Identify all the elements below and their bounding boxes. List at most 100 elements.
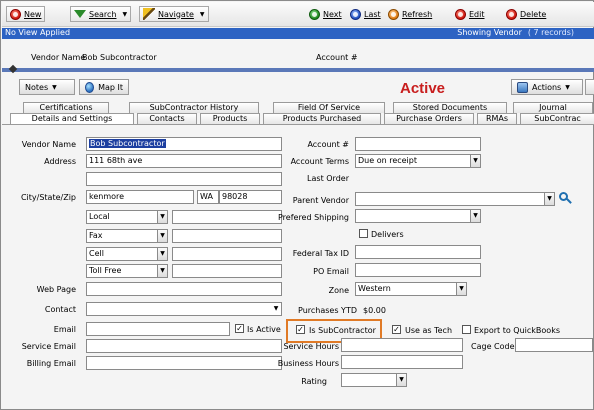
tab-divider [2,124,594,125]
phone4-type-select[interactable]: Toll Free ▼ [86,264,168,278]
contact-label: Contact [44,305,76,314]
phone4-field[interactable] [172,264,282,278]
business-hours-field[interactable] [341,355,463,369]
parent-vendor-select[interactable]: ▼ [355,192,555,206]
preferred-shipping-select[interactable]: ▼ [355,209,481,223]
account-number-field[interactable] [355,137,481,151]
phone3-type-value: Cell [89,249,104,258]
tab-subcontractor-history[interactable]: SubContractor History [129,102,259,113]
navigate-button[interactable]: Navigate ▼ [139,6,209,22]
rating-select[interactable]: ▼ [341,373,407,387]
po-email-field[interactable] [355,263,481,277]
tab-subcontractor[interactable]: SubContrac [520,113,594,124]
service-email-label: Service Email [21,342,76,351]
tab-purchase-orders[interactable]: Purchase Orders [384,113,474,124]
cage-code-label: Cage Code [471,342,515,351]
new-button[interactable]: New [6,6,46,22]
edit-button[interactable]: Edit [455,6,485,22]
search-button[interactable]: Search ▼ [70,6,132,22]
phone1-type-select[interactable]: Local ▼ [86,210,168,224]
account-terms-value: Due on receipt [358,156,417,165]
is-active-label: Is Active [247,325,281,334]
account-number-label: Account # [307,140,349,149]
last-button[interactable]: Last [350,6,381,22]
tab-journal[interactable]: Journal [513,102,593,113]
magnifier-icon[interactable] [559,192,572,204]
refresh-button[interactable]: Refresh [388,6,432,22]
chevron-down-icon: ▼ [157,248,167,260]
use-as-tech-checkbox[interactable]: ✓ [392,325,401,334]
zone-select[interactable]: Western ▼ [355,282,467,296]
email-field[interactable] [86,322,230,336]
purchases-ytd-value: $0.00 [363,306,386,315]
refresh-label: Refresh [402,9,433,19]
vendor-name-field[interactable]: Bob Subcontractor [86,137,282,151]
globe-icon [85,81,95,93]
navigate-label: Navigate [158,9,194,19]
phone1-type-value: Local [89,212,110,221]
tab-stored-documents[interactable]: Stored Documents [393,102,507,113]
phone3-field[interactable] [172,247,282,261]
cage-code-field[interactable] [515,338,593,352]
phone2-type-value: Fax [89,231,103,240]
summary-vendor-name-value: Bob Subcontractor [82,53,157,62]
account-terms-select[interactable]: Due on receipt ▼ [355,154,481,168]
last-order-label: Last Order [307,174,349,183]
chevron-down-icon: ▼ [565,83,570,91]
state-field[interactable]: WA [197,190,219,204]
tab-products[interactable]: Products [200,113,260,124]
chevron-down-icon: ▼ [52,83,57,91]
delete-button[interactable]: Delete [506,6,546,22]
web-page-field[interactable] [86,282,282,296]
export-quickbooks-label: Export to QuickBooks [474,326,561,335]
phone2-type-select[interactable]: Fax ▼ [86,229,168,243]
federal-tax-id-field[interactable] [355,245,481,259]
tab-rmas[interactable]: RMAs [477,113,517,124]
tab-products-purchased[interactable]: Products Purchased [263,113,381,124]
is-active-checkbox[interactable]: ✓ [235,324,244,333]
edit-icon [455,8,466,20]
vendor-window: New Search ▼ Navigate ▼ Next Last Refres… [0,0,594,410]
tab-field-of-service[interactable]: Field Of Service [273,102,385,113]
city-field[interactable]: kenmore [86,190,194,204]
notes-label: Notes [25,82,49,92]
last-label: Last [364,9,381,19]
chevron-down-icon: ▼ [544,193,554,205]
account-terms-label: Account Terms [290,157,349,166]
chevron-down-icon: ▼ [157,230,167,242]
tab-details-and-settings[interactable]: Details and Settings [10,113,134,124]
service-email-field[interactable] [86,339,282,353]
actions-label: Actions [532,82,562,92]
next-label: Next [323,9,342,19]
notes-button[interactable]: Notes ▼ [19,79,75,95]
export-quickbooks-checkbox[interactable] [462,325,471,334]
map-it-label: Map It [98,82,123,92]
delivers-label: Delivers [371,230,404,239]
actions-button[interactable]: Actions ▼ [511,79,583,95]
address-line2-field[interactable] [86,172,282,186]
phone2-field[interactable] [172,229,282,243]
billing-email-field[interactable] [86,356,282,370]
preferred-shipping-label: Prefered Shipping [277,213,349,222]
po-email-label: PO Email [313,267,349,276]
search-label: Search [89,9,117,19]
service-hours-field[interactable] [341,338,463,352]
tab-certifications[interactable]: Certifications [23,102,109,113]
map-it-button[interactable]: Map It [79,79,129,95]
navigate-wand-icon [143,8,155,20]
city-state-zip-label: City/State/Zip [20,193,76,202]
phone4-type-value: Toll Free [89,266,122,275]
next-button[interactable]: Next [309,6,342,22]
overflow-button[interactable] [585,79,594,95]
delete-icon [506,8,517,20]
contact-select[interactable]: ▼ [86,302,282,316]
delivers-checkbox[interactable] [359,229,368,238]
records-count: ( 7 records) [527,28,574,37]
use-as-tech-label: Use as Tech [405,326,453,335]
address-line1-field[interactable]: 111 68th ave [86,154,282,168]
tab-contacts[interactable]: Contacts [137,113,197,124]
collapse-splitter[interactable] [2,64,594,74]
email-label: Email [53,325,76,334]
phone3-type-select[interactable]: Cell ▼ [86,247,168,261]
business-hours-label: Business Hours [277,359,339,368]
